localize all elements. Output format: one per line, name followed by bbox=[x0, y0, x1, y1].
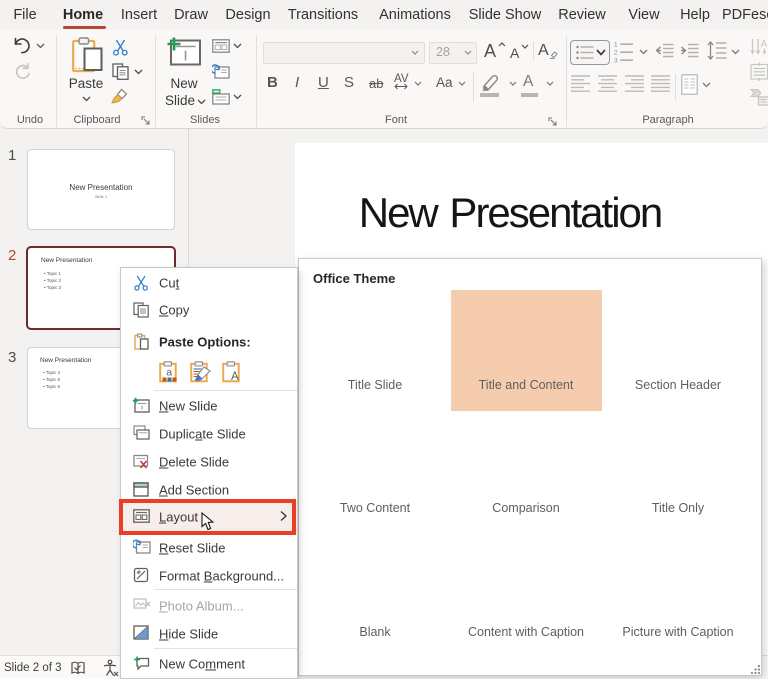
svg-text:3: 3 bbox=[614, 58, 618, 65]
svg-text:1: 1 bbox=[614, 42, 618, 49]
svg-text:a: a bbox=[166, 367, 172, 379]
svg-text:2: 2 bbox=[614, 50, 618, 57]
svg-text:A: A bbox=[231, 371, 239, 383]
